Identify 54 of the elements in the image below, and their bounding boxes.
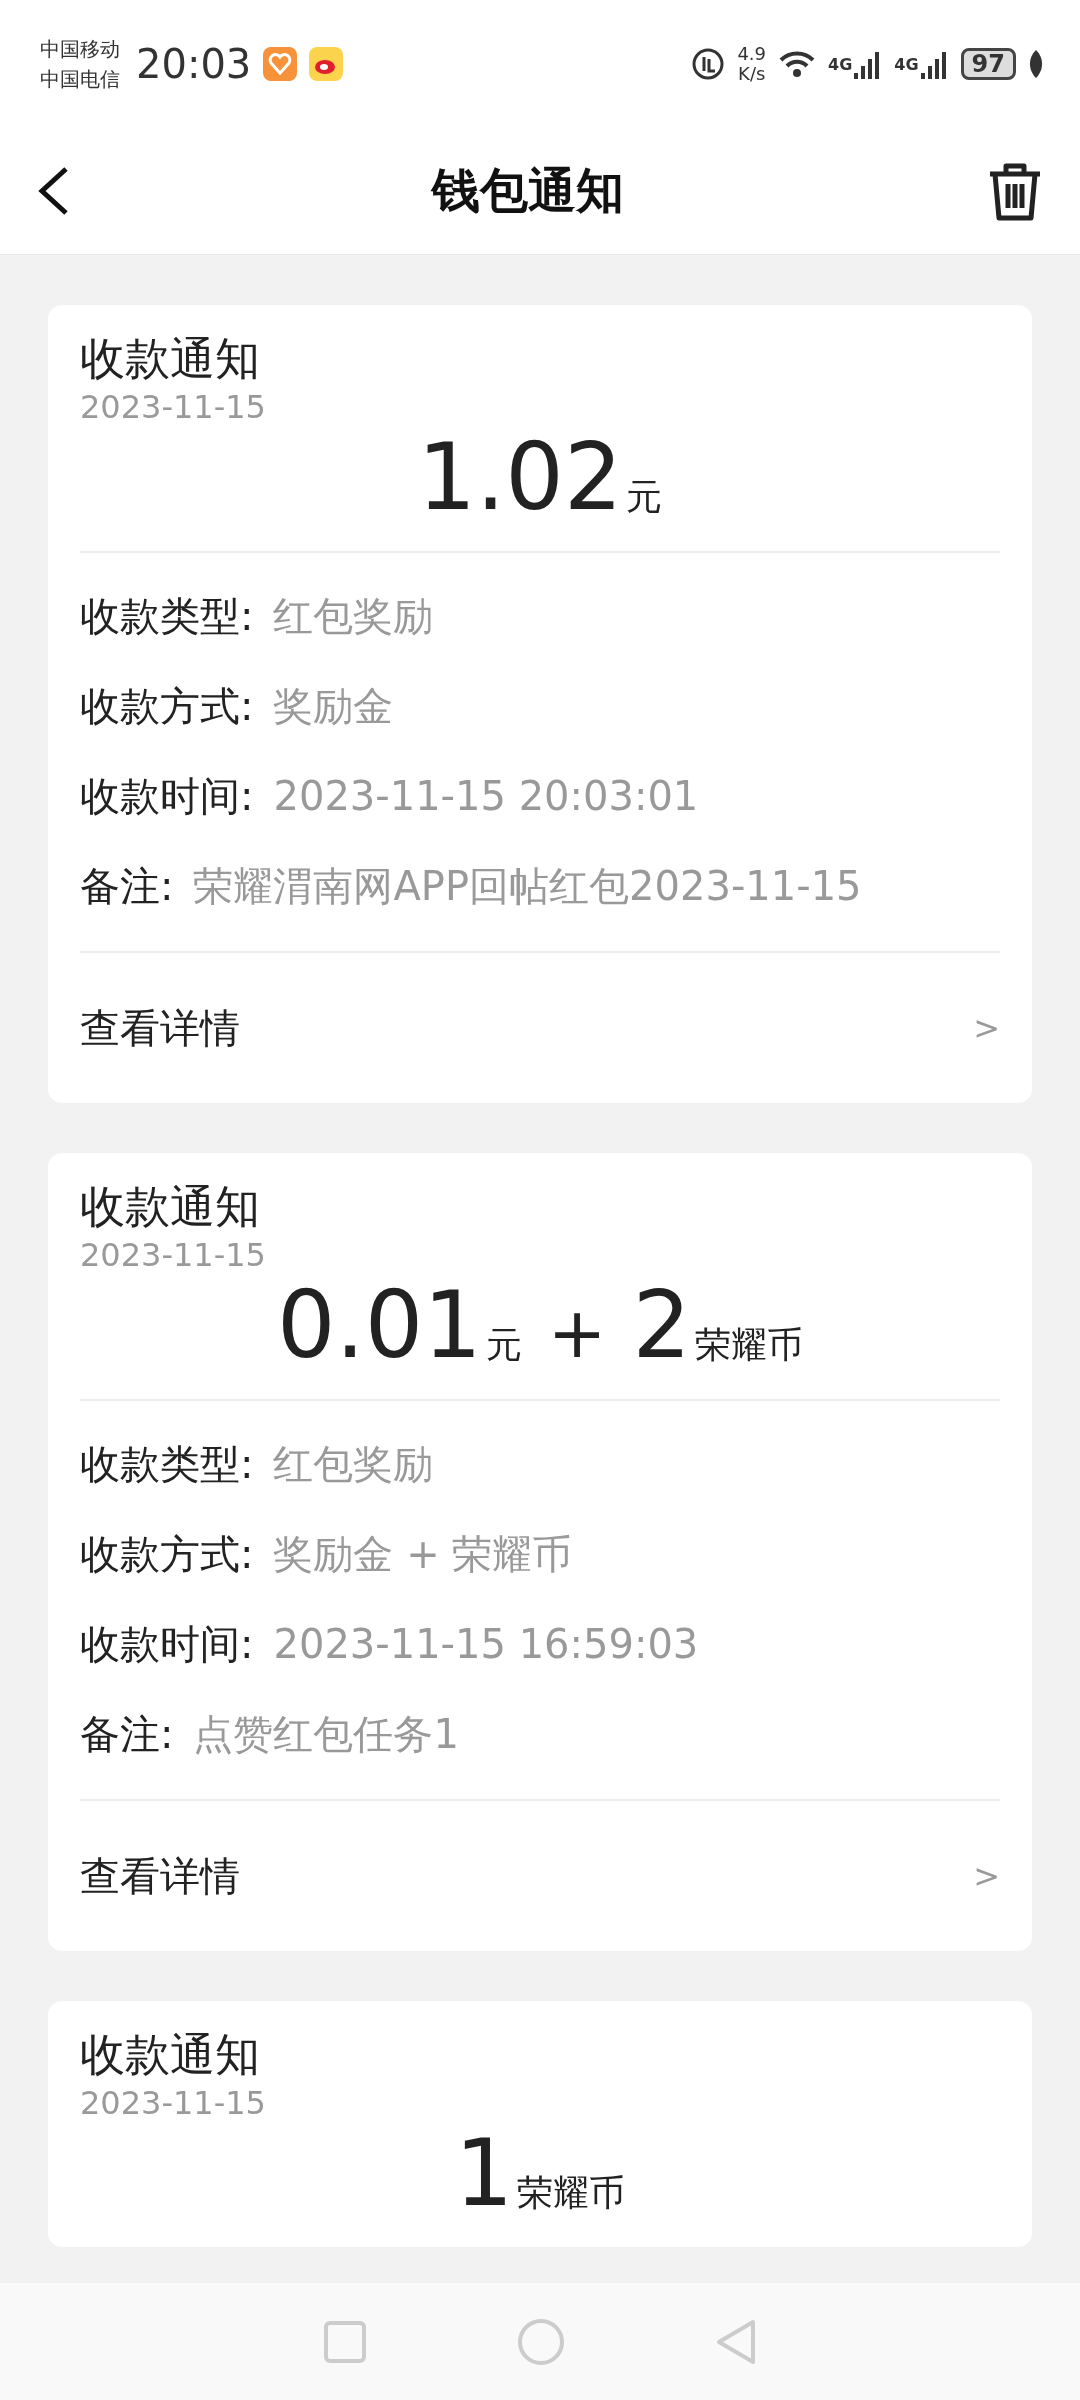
field-label: 收款时间:	[80, 771, 254, 821]
battery-level: 97	[960, 48, 1016, 80]
recents-icon[interactable]	[323, 2319, 367, 2364]
network-speed: K/s	[738, 64, 766, 84]
view-details-link[interactable]: 查看详情 >	[80, 953, 1000, 1103]
amount-number: 0.01	[276, 1271, 482, 1381]
field-value: 红包奖励	[273, 1439, 434, 1489]
amount-number: 2	[632, 1271, 691, 1381]
carrier-name: 中国移动	[40, 36, 120, 63]
link-text: 查看详情	[80, 1003, 240, 1053]
network-speed: 4.9	[737, 44, 767, 64]
chevron: >	[973, 1857, 1000, 1895]
back-button[interactable]	[36, 165, 70, 217]
card-date: 2023-11-15	[80, 2083, 267, 2123]
field-label: 收款时间:	[80, 1619, 254, 1669]
amount-number: 1.02	[417, 423, 623, 533]
field-value: 奖励金 + 荣耀币	[273, 1529, 573, 1579]
page-title: 钱包通知	[432, 161, 624, 220]
card-title: 收款通知	[80, 1179, 261, 1235]
network-type: 4G	[828, 54, 853, 74]
card-title: 收款通知	[80, 331, 261, 387]
health-app-icon	[263, 47, 298, 81]
view-details-link[interactable]: 查看详情 >	[80, 1801, 1000, 1951]
field-label: 备注:	[80, 1709, 174, 1759]
field-label: 收款类型:	[80, 1439, 254, 1489]
back-icon[interactable]	[715, 2317, 757, 2366]
field-value: 荣耀渭南网APP回帖红包2023-11-15	[193, 861, 862, 911]
carrier-name: 中国电信	[40, 66, 120, 93]
leaf-icon	[1028, 50, 1044, 78]
plus-sign: +	[547, 1292, 607, 1374]
clock: 20:03	[136, 41, 252, 87]
field-label: 收款方式:	[80, 681, 254, 731]
field-label: 收款方式:	[80, 1529, 254, 1579]
amount-unit: 荣耀币	[517, 2171, 626, 2215]
link-text: 查看详情	[80, 1851, 240, 1901]
wifi-icon	[778, 49, 817, 79]
field-label: 备注:	[80, 861, 174, 911]
field-label: 收款类型:	[80, 591, 254, 641]
signal-icon	[920, 49, 949, 79]
card-title: 收款通知	[80, 2027, 261, 2083]
amount-unit: 元	[485, 1323, 522, 1367]
chevron: >	[973, 1009, 1000, 1047]
amount-unit: 荣耀币	[695, 1323, 803, 1367]
field-value: 点赞红包任务1	[193, 1709, 459, 1759]
network-type: 4G	[894, 54, 919, 74]
field-value: 2023-11-15 20:03:01	[273, 773, 699, 819]
card-date: 2023-11-15	[80, 1235, 267, 1275]
amount-unit: 元	[626, 475, 663, 519]
card-date: 2023-11-15	[80, 387, 267, 427]
home-icon[interactable]	[517, 2317, 565, 2366]
field-value: 红包奖励	[273, 591, 434, 641]
amount-number: 1	[454, 2119, 514, 2229]
field-value: 2023-11-15 16:59:03	[273, 1621, 699, 1667]
field-value: 奖励金	[273, 681, 394, 731]
